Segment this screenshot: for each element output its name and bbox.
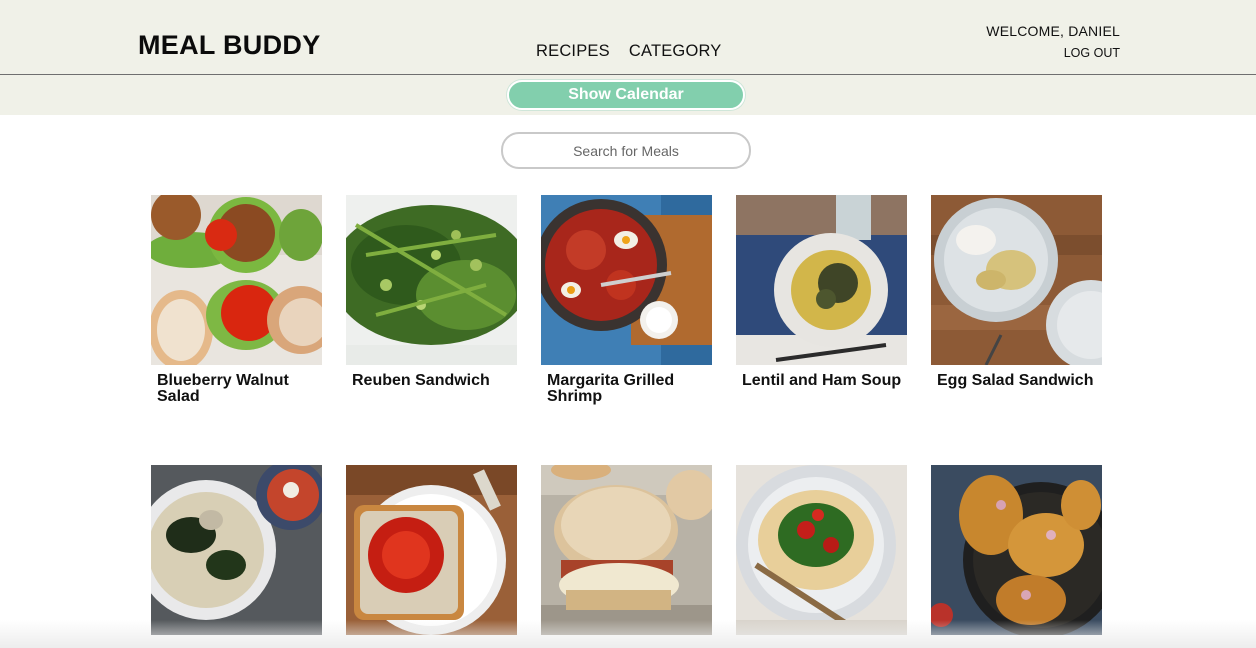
show-calendar-button[interactable]: Show Calendar [507, 80, 745, 110]
recipe-card[interactable]: Margarita Grilled Shrimp [541, 195, 712, 405]
recipe-card[interactable]: Egg Salad Sandwich [931, 195, 1102, 389]
recipe-card[interactable] [346, 465, 517, 635]
recipe-title[interactable]: Reuben Sandwich [352, 373, 512, 389]
logout-link[interactable]: LOG OUT [1064, 46, 1120, 60]
bottom-scroll-fade [0, 620, 1256, 648]
recipe-card[interactable]: Lentil and Ham Soup [736, 195, 907, 389]
recipe-image[interactable] [736, 465, 907, 635]
recipe-card[interactable] [151, 465, 322, 635]
lentil-bowl-photo [736, 195, 907, 365]
recipe-title[interactable]: Margarita Grilled Shrimp [547, 373, 707, 405]
app-logo[interactable]: MEAL BUDDY [138, 30, 321, 61]
tortellini-plate-photo [931, 195, 1102, 365]
nav-category-link[interactable]: CATEGORY [629, 42, 722, 61]
recipe-image[interactable] [931, 465, 1102, 635]
main-nav: RECIPES CATEGORY [536, 42, 722, 61]
recipe-card[interactable] [541, 465, 712, 635]
recipe-title[interactable]: Blueberry Walnut Salad [157, 373, 317, 405]
recipe-card[interactable] [736, 465, 907, 635]
recipe-image[interactable] [346, 195, 517, 365]
veggie-burgers-photo [151, 195, 322, 365]
recipe-image[interactable] [541, 465, 712, 635]
shakshuka-skillet-photo [541, 195, 712, 365]
recipe-card[interactable]: Blueberry Walnut Salad [151, 195, 322, 405]
spaghetti-greens-photo [151, 465, 322, 635]
recipe-image[interactable] [736, 195, 907, 365]
recipe-image[interactable] [541, 195, 712, 365]
tomato-toast-photo [346, 465, 517, 635]
recipe-image[interactable] [931, 195, 1102, 365]
roast-chicken-pan-photo [931, 465, 1102, 635]
nav-recipes-link[interactable]: RECIPES [536, 42, 610, 61]
green-bean-salad-photo [346, 195, 517, 365]
welcome-text: WELCOME, DANIEL [986, 23, 1120, 39]
recipe-card[interactable]: Reuben Sandwich [346, 195, 517, 389]
recipe-title[interactable]: Egg Salad Sandwich [937, 373, 1097, 389]
top-header: MEAL BUDDY RECIPES CATEGORY WELCOME, DAN… [0, 0, 1256, 75]
recipe-image[interactable] [346, 465, 517, 635]
biscuit-sandwich-photo [541, 465, 712, 635]
search-input[interactable] [501, 132, 751, 169]
calendar-bar: Show Calendar [0, 75, 1256, 115]
flatbread-salad-photo [736, 465, 907, 635]
recipe-title[interactable]: Lentil and Ham Soup [742, 373, 902, 389]
recipe-image[interactable] [151, 195, 322, 365]
recipe-image[interactable] [151, 465, 322, 635]
recipe-card[interactable] [931, 465, 1102, 635]
